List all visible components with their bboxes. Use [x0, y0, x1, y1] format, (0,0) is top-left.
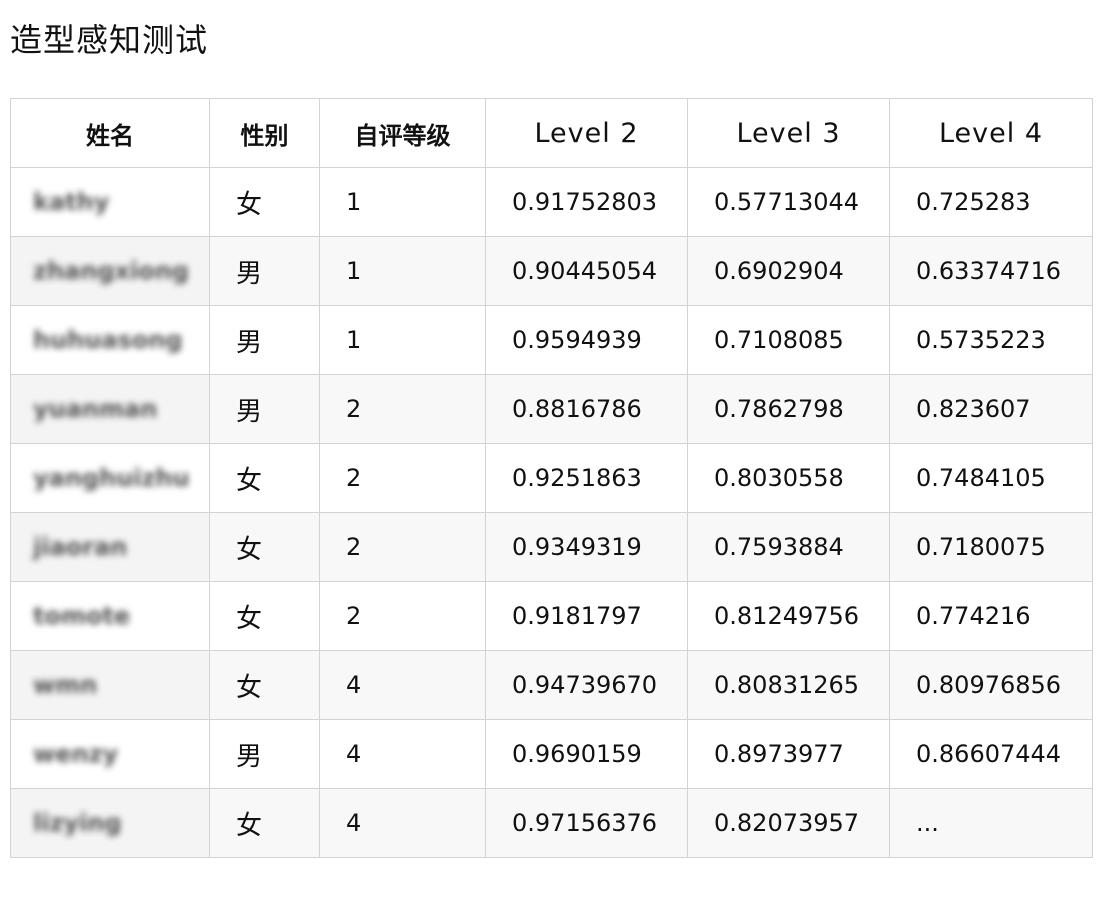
cell-level-2: 0.9349319: [485, 512, 688, 582]
cell-self-grade: 2: [319, 374, 486, 444]
blurred-name-text: lizying: [33, 809, 122, 837]
cell-name: zhangxiong: [10, 236, 210, 306]
cell-gender: 男: [209, 719, 320, 789]
cell-name: yuanman: [10, 374, 210, 444]
cell-level-2: 0.9690159: [485, 719, 688, 789]
cell-level-4: ...: [889, 788, 1093, 858]
cell-level-4: 0.725283: [889, 167, 1093, 237]
cell-self-grade: 1: [319, 305, 486, 375]
cell-level-4: 0.774216: [889, 581, 1093, 651]
cell-gender: 男: [209, 305, 320, 375]
cell-gender: 女: [209, 443, 320, 513]
cell-level-3: 0.7108085: [687, 305, 890, 375]
cell-level-3: 0.81249756: [687, 581, 890, 651]
cell-level-3: 0.82073957: [687, 788, 890, 858]
cell-gender: 女: [209, 788, 320, 858]
cell-self-grade: 2: [319, 581, 486, 651]
cell-level-3: 0.7862798: [687, 374, 890, 444]
cell-name: huhuasong: [10, 305, 210, 375]
cell-level-2: 0.9594939: [485, 305, 688, 375]
table-row: yuanman 男 2 0.8816786 0.7862798 0.823607: [10, 374, 1093, 444]
cell-name: lizying: [10, 788, 210, 858]
cell-gender: 女: [209, 512, 320, 582]
table-header-row: 姓名 性别 自评等级 Level 2 Level 3 Level 4: [10, 98, 1093, 168]
cell-level-2: 0.94739670: [485, 650, 688, 720]
cell-level-4: 0.86607444: [889, 719, 1093, 789]
table-row: lizying 女 4 0.97156376 0.82073957...: [10, 788, 1093, 858]
cell-level-4: 0.5735223: [889, 305, 1093, 375]
cell-level-4: 0.7180075: [889, 512, 1093, 582]
cell-level-2: 0.97156376: [485, 788, 688, 858]
blurred-name-text: wmn: [33, 671, 98, 699]
blurred-name-text: yuanman: [33, 395, 158, 423]
cell-gender: 女: [209, 167, 320, 237]
cell-gender: 男: [209, 374, 320, 444]
table-body: kathy 女 1 0.91752803 0.57713044 0.725283 zhang…: [10, 167, 1093, 858]
cell-self-grade: 1: [319, 236, 486, 306]
cell-self-grade: 2: [319, 443, 486, 513]
cell-level-2: 0.9181797: [485, 581, 688, 651]
results-table: 姓名 性别 自评等级 Level 2 Level 3 Level 4 kathy…: [10, 98, 1093, 858]
cell-level-3: 0.57713044: [687, 167, 890, 237]
table-row: huhuasong 男 1 0.9594939 0.7108085 0.5735223: [10, 305, 1093, 375]
cell-level-4: 0.7484105: [889, 443, 1093, 513]
table-row: wmn 女 4 0.94739670 0.80831265 0.80976856: [10, 650, 1093, 720]
blurred-name-text: tomote: [33, 602, 131, 630]
cell-level-3: 0.80831265: [687, 650, 890, 720]
table-row: wenzy 男 4 0.9690159 0.8973977 0.86607444: [10, 719, 1093, 789]
cell-level-4: 0.63374716: [889, 236, 1093, 306]
table-row: jiaoran 女 2 0.9349319 0.7593884 0.7180075: [10, 512, 1093, 582]
blurred-name-text: yanghuizhu: [33, 464, 190, 492]
table-row: yanghuizhu 女 2 0.9251863 0.8030558 0.7484105: [10, 443, 1093, 513]
cell-level-2: 0.8816786: [485, 374, 688, 444]
page-title: 造型感知测试: [10, 21, 209, 59]
blurred-name-text: zhangxiong: [33, 257, 189, 285]
cell-name: yanghuizhu: [10, 443, 210, 513]
table-row: kathy 女 1 0.91752803 0.57713044 0.725283: [10, 167, 1093, 237]
cell-name: kathy: [10, 167, 210, 237]
cell-self-grade: 4: [319, 719, 486, 789]
cell-level-4: 0.80976856: [889, 650, 1093, 720]
cell-self-grade: 2: [319, 512, 486, 582]
cell-name: jiaoran: [10, 512, 210, 582]
cell-level-2: 0.91752803: [485, 167, 688, 237]
cell-level-3: 0.6902904: [687, 236, 890, 306]
cell-gender: 男: [209, 236, 320, 306]
header-name: 姓名: [10, 98, 210, 168]
cell-self-grade: 4: [319, 650, 486, 720]
cell-level-3: 0.7593884: [687, 512, 890, 582]
cell-level-3: 0.8030558: [687, 443, 890, 513]
blurred-name-text: kathy: [33, 188, 110, 216]
header-gender: 性别: [209, 98, 320, 168]
cell-level-2: 0.90445054: [485, 236, 688, 306]
blurred-name-text: jiaoran: [33, 533, 128, 561]
cell-level-3: 0.8973977: [687, 719, 890, 789]
header-level-4: Level 4: [889, 98, 1093, 168]
cell-self-grade: 4: [319, 788, 486, 858]
table-row: zhangxiong 男 1 0.90445054 0.6902904 0.6337471…: [10, 236, 1093, 306]
cell-name: wenzy: [10, 719, 210, 789]
cell-gender: 女: [209, 650, 320, 720]
header-level-2: Level 2: [485, 98, 688, 168]
cell-name: wmn: [10, 650, 210, 720]
cell-name: tomote: [10, 581, 210, 651]
header-self-grade: 自评等级: [319, 98, 486, 168]
cell-gender: 女: [209, 581, 320, 651]
cell-level-2: 0.9251863: [485, 443, 688, 513]
blurred-name-text: huhuasong: [33, 326, 183, 354]
table-row: tomote 女 2 0.9181797 0.81249756 0.774216: [10, 581, 1093, 651]
header-level-3: Level 3: [687, 98, 890, 168]
cell-level-4: 0.823607: [889, 374, 1093, 444]
cell-self-grade: 1: [319, 167, 486, 237]
blurred-name-text: wenzy: [33, 740, 119, 768]
